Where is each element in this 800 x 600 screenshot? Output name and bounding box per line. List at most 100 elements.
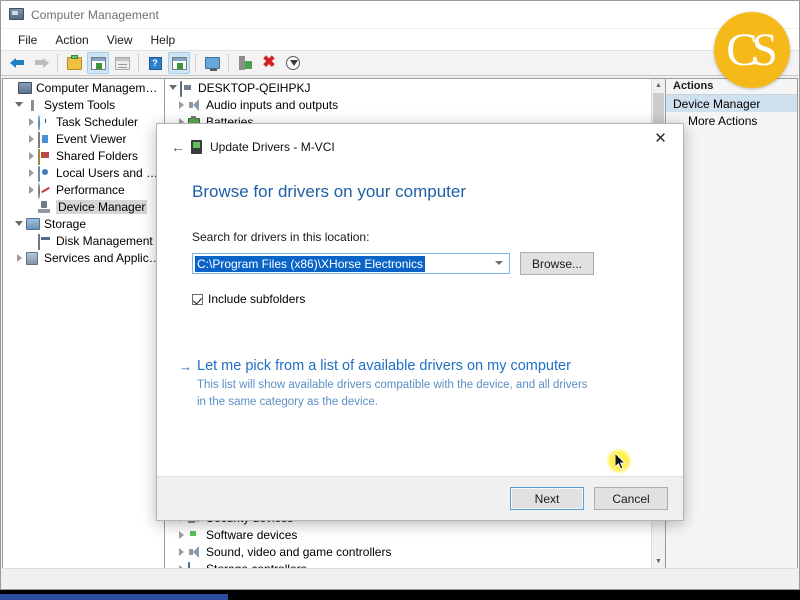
tree-item-shared-folders[interactable]: Shared Folders — [3, 147, 164, 165]
device-software-devices[interactable]: Software devices — [165, 526, 652, 543]
chevron-right-icon[interactable] — [25, 151, 37, 160]
tree-item-system-tools[interactable]: System Tools — [3, 96, 164, 113]
menu-file[interactable]: File — [9, 31, 46, 49]
tree-item-label: Shared Folders — [56, 148, 139, 163]
device-root[interactable]: DESKTOP-QEIHPKJ — [165, 79, 652, 97]
shared-folders-icon — [37, 148, 53, 165]
menu-view[interactable]: View — [98, 31, 142, 49]
scroll-up-icon[interactable]: ▲ — [652, 79, 665, 92]
chevron-down-icon[interactable] — [167, 83, 179, 92]
tree-item-label: Local Users and Groups — [56, 165, 164, 180]
computer-icon — [179, 80, 195, 97]
properties-icon[interactable] — [111, 52, 133, 74]
location-input-value[interactable]: C:\Program Files (x86)\XHorse Electronic… — [195, 255, 426, 272]
show-hide-action-pane-icon[interactable] — [168, 52, 190, 74]
chevron-right-icon[interactable] — [25, 134, 37, 143]
help-icon[interactable]: ? — [144, 52, 166, 74]
chevron-right-icon[interactable] — [25, 185, 37, 194]
chevron-right-icon[interactable] — [25, 168, 37, 177]
toolbar-separator — [138, 54, 139, 72]
back-icon[interactable] — [6, 52, 28, 74]
device-audio-inputs-and-outputs[interactable]: Audio inputs and outputs — [165, 96, 652, 113]
chevron-right-icon[interactable] — [25, 117, 37, 126]
logo-text: CS — [726, 23, 777, 76]
browse-button[interactable]: Browse... — [520, 252, 594, 275]
scan-hardware-changes-icon[interactable] — [234, 52, 256, 74]
services-icon — [25, 251, 41, 265]
dialog-footer: Next Cancel — [157, 476, 683, 520]
scroll-down-icon[interactable]: ▼ — [652, 555, 665, 568]
update-drivers-dialog: close-icon✕ ← Update Drivers - M-VCI Bro… — [156, 123, 684, 521]
arrow-right-icon: → — [179, 359, 192, 374]
disk-management-icon — [37, 233, 53, 250]
tree-item-performance[interactable]: Performance — [3, 181, 164, 199]
actions-pane: Actions Device Manager More Actions — [666, 78, 798, 569]
chevron-down-icon[interactable] — [13, 100, 25, 109]
tree-item-disk-management[interactable]: Disk Management — [3, 232, 164, 250]
tree-item-label: Storage — [44, 216, 87, 231]
action-more-actions[interactable]: More Actions — [666, 112, 797, 129]
dialog-heading: Browse for drivers on your computer — [192, 182, 466, 201]
tree-item-label: System Tools — [44, 97, 116, 112]
device-label: Software devices — [206, 527, 298, 542]
tree-item-label: Performance — [56, 182, 125, 197]
display-compatible-icon[interactable] — [201, 52, 223, 74]
action-device-manager[interactable]: Device Manager — [666, 95, 797, 112]
tree-item-services-and-applications[interactable]: Services and Applications — [3, 249, 164, 266]
device-label: DESKTOP-QEIHPKJ — [198, 80, 311, 95]
console-tree-pane[interactable]: Computer Management (Local) System Tools… — [2, 78, 165, 569]
device-sound-video-and-game-controllers[interactable]: Sound, video and game controllers — [165, 543, 652, 560]
device-manager-icon — [37, 200, 53, 214]
chevron-down-icon[interactable] — [495, 261, 503, 265]
tree-item-root[interactable]: Computer Management (Local) — [3, 79, 164, 96]
up-folder-icon[interactable] — [63, 52, 85, 74]
storage-icon — [25, 217, 41, 231]
device-label: Sound, video and game controllers — [206, 544, 392, 559]
location-label: Search for drivers in this location: — [192, 230, 370, 244]
tree-item-device-manager[interactable]: Device Manager — [3, 198, 164, 215]
action-label: Device Manager — [673, 96, 761, 111]
cursor-arrow-icon — [615, 453, 627, 470]
tree-item-label: Services and Applications — [44, 250, 164, 265]
next-button[interactable]: Next — [510, 487, 584, 510]
chevron-right-icon[interactable] — [13, 253, 25, 262]
forward-icon[interactable] — [30, 52, 52, 74]
update-driver-icon[interactable] — [282, 52, 304, 74]
tree-item-event-viewer[interactable]: Event Viewer — [3, 130, 164, 148]
chevron-right-icon[interactable] — [175, 530, 187, 539]
tree-item-label: Event Viewer — [56, 131, 127, 146]
chevron-down-icon[interactable] — [13, 219, 25, 228]
dialog-body: Search for drivers in this location: C:\… — [157, 202, 683, 306]
menu-action[interactable]: Action — [46, 31, 97, 49]
dialog-header: ← Update Drivers - M-VCI — [157, 132, 683, 162]
location-combobox[interactable]: C:\Program Files (x86)\XHorse Electronic… — [192, 253, 510, 274]
pick-driver-block: → Let me pick from a list of available d… — [157, 306, 683, 410]
tree-item-label: Computer Management (Local) — [36, 80, 164, 95]
chevron-right-icon[interactable] — [175, 547, 187, 556]
toolbar: ? ✖ — [1, 50, 799, 76]
pick-driver-row[interactable]: → Let me pick from a list of available d… — [179, 358, 683, 374]
device-chip-icon — [191, 140, 202, 154]
include-subfolders-row[interactable]: Include subfolders — [192, 292, 683, 306]
cancel-button[interactable]: Cancel — [594, 487, 668, 510]
action-label: More Actions — [688, 113, 758, 128]
tree-item-storage[interactable]: Storage — [3, 215, 164, 232]
pick-driver-link[interactable]: Let me pick from a list of available dri… — [197, 358, 571, 374]
sound-controller-icon — [187, 545, 203, 559]
mmc-icon — [17, 81, 33, 95]
tree-item-label: Device Manager — [56, 199, 148, 214]
menu-help[interactable]: Help — [142, 31, 185, 49]
tree-item-label: Disk Management — [56, 233, 153, 248]
tree-item-local-users-and-groups[interactable]: Local Users and Groups — [3, 164, 164, 182]
include-subfolders-checkbox[interactable] — [192, 293, 203, 305]
tree-item-task-scheduler[interactable]: Task Scheduler — [3, 113, 164, 131]
close-icon[interactable]: close-icon✕ — [638, 124, 683, 152]
tree-item-label: Task Scheduler — [56, 114, 139, 129]
chevron-right-icon[interactable] — [175, 100, 187, 109]
toolbar-separator — [228, 54, 229, 72]
title-bar: Computer Management — [1, 1, 799, 29]
show-console-tree-icon[interactable] — [87, 52, 109, 74]
event-viewer-icon — [37, 131, 53, 148]
back-arrow-icon[interactable]: ← — [171, 139, 191, 155]
uninstall-device-icon[interactable]: ✖ — [258, 52, 280, 74]
